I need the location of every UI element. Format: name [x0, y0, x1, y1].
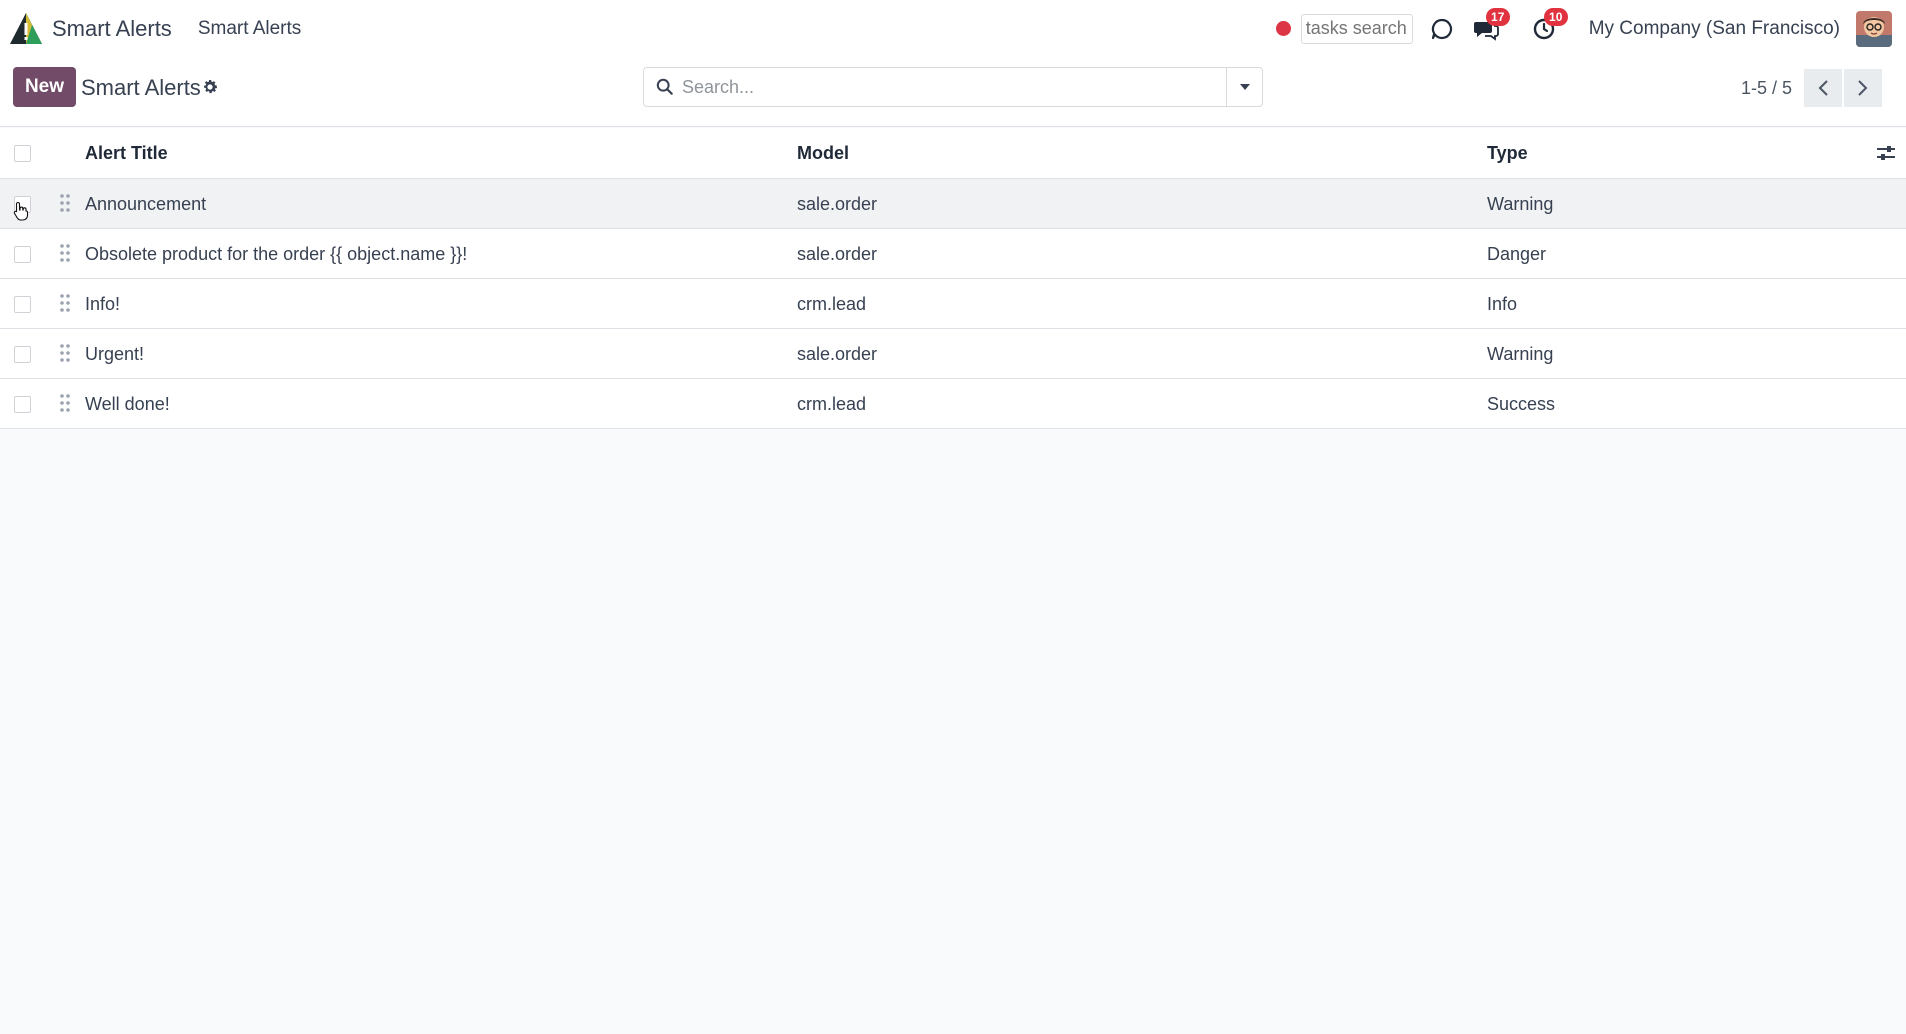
pager-value[interactable]: 1-5 / 5: [1741, 78, 1792, 99]
messages-badge: 17: [1485, 7, 1510, 26]
table-header: Alert Title Model Type: [0, 128, 1906, 179]
messages-icon[interactable]: 17: [1471, 7, 1510, 44]
drag-handle-icon[interactable]: [59, 193, 71, 213]
search-bar: [643, 67, 1263, 107]
cell-type: Info: [1487, 294, 1518, 314]
column-header-model[interactable]: Model: [797, 128, 849, 178]
chevron-left-icon: [1818, 80, 1828, 96]
cell-type: Danger: [1487, 244, 1547, 264]
select-all-checkbox[interactable]: [14, 145, 31, 162]
row-checkbox[interactable]: [14, 246, 31, 263]
row-checkbox[interactable]: [14, 396, 31, 413]
table-row[interactable]: Well done! crm.lead Success: [0, 379, 1906, 429]
app-name: Smart Alerts: [52, 15, 172, 41]
row-checkbox[interactable]: [14, 296, 31, 313]
chevron-right-icon: [1858, 80, 1868, 96]
drag-handle-icon[interactable]: [59, 293, 71, 313]
pager-previous-button[interactable]: [1804, 69, 1842, 107]
cell-alert-title: Urgent!: [85, 344, 145, 364]
app-brand[interactable]: Smart Alerts: [8, 11, 172, 47]
row-checkbox[interactable]: [14, 346, 31, 363]
cell-alert-title: Well done!: [85, 394, 170, 414]
column-header-alert-title[interactable]: Alert Title: [85, 128, 168, 178]
cell-model: sale.order: [797, 244, 878, 264]
caret-down-icon: [1239, 84, 1250, 90]
search-input[interactable]: [682, 68, 1222, 106]
cell-type: Warning: [1487, 344, 1554, 364]
activities-badge: 10: [1543, 7, 1568, 26]
table-row[interactable]: Announcement sale.order Warning: [0, 179, 1906, 229]
alerts-list: Alert Title Model Type Announcement sale…: [0, 128, 1906, 429]
column-header-type[interactable]: Type: [1487, 128, 1528, 178]
table-row[interactable]: Info! crm.lead Info: [0, 279, 1906, 329]
menu-item-smart-alerts[interactable]: Smart Alerts: [198, 18, 301, 40]
tasks-search-input[interactable]: [1300, 13, 1413, 44]
cell-type: Warning: [1487, 194, 1554, 214]
cell-alert-title: Announcement: [85, 194, 207, 214]
chat-bubble-icon[interactable]: [1427, 14, 1457, 44]
cell-model: crm.lead: [797, 394, 867, 414]
table-row[interactable]: Obsolete product for the order {{ object…: [0, 229, 1906, 279]
cell-alert-title: Info!: [85, 294, 121, 314]
cell-model: sale.order: [797, 194, 878, 214]
cell-type: Success: [1487, 394, 1556, 414]
user-avatar[interactable]: [1856, 10, 1892, 47]
control-panel: New Smart Alerts 1-5 / 5: [0, 57, 1906, 127]
app-logo-icon: [10, 12, 42, 44]
table-row[interactable]: Urgent! sale.order Warning: [0, 329, 1906, 379]
top-navbar: Smart Alerts Smart Alerts 17 10 My Compa…: [0, 0, 1906, 57]
new-button[interactable]: New: [13, 67, 76, 107]
drag-handle-icon[interactable]: [59, 243, 71, 263]
hand-cursor-icon: [13, 201, 29, 221]
page-title[interactable]: Smart Alerts: [81, 75, 201, 101]
optional-columns-icon[interactable]: [1876, 144, 1896, 162]
drag-handle-icon[interactable]: [59, 393, 71, 413]
company-switcher[interactable]: My Company (San Francisco): [1589, 18, 1840, 40]
cell-model: crm.lead: [797, 294, 867, 314]
record-dot-icon[interactable]: [1275, 21, 1291, 36]
pager-next-button[interactable]: [1844, 69, 1882, 107]
drag-handle-icon[interactable]: [59, 343, 71, 363]
cell-model: sale.order: [797, 344, 878, 364]
navbar-systray: 17 10 My Company (San Francisco): [1275, 0, 1906, 57]
search-icon: [656, 78, 673, 95]
search-options-toggle[interactable]: [1226, 68, 1262, 106]
activity-clock-icon[interactable]: 10: [1529, 7, 1568, 44]
pager: 1-5 / 5: [1741, 69, 1882, 107]
gear-icon[interactable]: [201, 78, 219, 96]
cell-alert-title: Obsolete product for the order {{ object…: [85, 244, 468, 264]
